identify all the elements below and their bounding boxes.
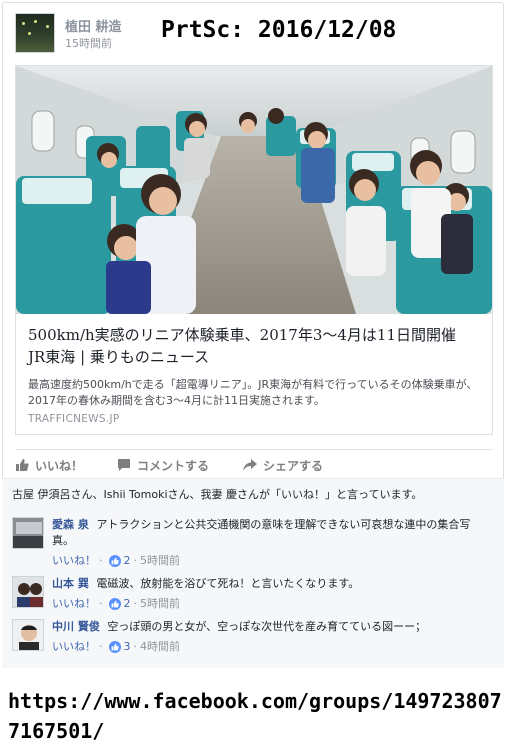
comment-meta: いいね！ · 3 · 4時間前 [52,639,492,655]
post-actions: いいね！ コメントする シェアする [15,449,493,479]
like-badge-icon [108,555,121,567]
comment-like-link[interactable]: いいね！ [52,596,96,612]
commenter-avatar[interactable] [12,517,44,549]
like-badge-icon [108,641,121,653]
commenter-name[interactable]: 中川 賢俊 [52,620,100,633]
share-label: シェアする [263,458,324,473]
like-label: いいね！ [35,458,84,473]
separator-dot: · [99,554,103,567]
likers-summary[interactable]: 古屋 伊須呂さん、Ishii Tomokiさん、我妻 慶さんが「いいね！」と言っ… [12,486,492,502]
post-timestamp[interactable]: 15時間前 [65,35,112,51]
link-preview[interactable]: 500km/h実感のリニア体験乗車、2017年3〜4月は11日間開催 JR東海 … [15,65,493,435]
share-button[interactable]: シェアする [243,456,323,474]
screenshot-stamp: PrtSc: 2016/12/08 [161,17,397,43]
source-url: https://www.facebook.com/groups/14972380… [8,689,502,743]
comment-time[interactable]: 4時間前 [140,639,180,655]
comment-time[interactable]: 5時間前 [140,596,180,612]
comment-label: コメントする [137,458,210,473]
comment-like-count[interactable]: 2 [124,596,131,612]
comment-text: アトラクションと公共交通機関の意味を理解できない可哀想な連中の集合写真。 [52,518,471,547]
like-button[interactable]: いいね！ [15,456,83,474]
separator-dot: · [99,640,103,653]
like-badge-icon [108,598,121,610]
separator-dot: · [133,597,138,610]
separator-dot: · [133,640,138,653]
commenter-name[interactable]: 山本 巽 [52,577,89,590]
link-title[interactable]: 500km/h実感のリニア体験乗車、2017年3〜4月は11日間開催 JR東海 … [28,324,484,368]
comment-button[interactable]: コメントする [117,456,209,474]
comment-meta: いいね！ · 2 · 5時間前 [52,553,492,569]
comment-text: 空っぽ頭の男と女が、空っぽな次世代を産み育てている図ーー； [107,620,427,633]
comment-like-count[interactable]: 2 [124,553,131,569]
commenter-name[interactable]: 愛森 泉 [52,518,89,531]
comment-time[interactable]: 5時間前 [140,553,180,569]
comment-body: 愛森 泉 アトラクションと公共交通機関の意味を理解できない可哀想な連中の集合写真… [52,517,492,569]
separator-dot: · [99,597,103,610]
comment-bubble-icon [117,458,131,472]
commenter-avatar[interactable] [12,576,44,608]
comment-text: 電磁波、放射能を浴びて死ね！と言いたくなります。 [96,577,360,590]
comment-like-count[interactable]: 3 [124,639,131,655]
comment-body: 中川 賢俊 空っぽ頭の男と女が、空っぽな次世代を産み育てている図ーー； いいね！… [52,619,492,655]
separator-dot: · [133,554,138,567]
comment-like-link[interactable]: いいね！ [52,639,96,655]
post-header: 植田 耕造 15時間前 PrtSc: 2016/12/08 [15,13,495,59]
author-avatar[interactable] [15,13,55,53]
link-description[interactable]: 最高速度約500km/hで走る「超電導リニア」。JR東海が有料で行っているその体… [28,377,484,409]
commenter-avatar[interactable] [12,619,44,651]
author-name[interactable]: 植田 耕造 [65,16,122,35]
thumbs-up-icon [15,458,29,472]
link-domain: TRAFFICNEWS.JP [28,413,120,425]
comment-meta: いいね！ · 2 · 5時間前 [52,596,492,612]
train-interior-photo[interactable] [16,66,492,314]
comment-like-link[interactable]: いいね！ [52,553,96,569]
comment-body: 山本 巽 電磁波、放射能を浴びて死ね！と言いたくなります。 いいね！ · 2 ·… [52,576,492,612]
share-arrow-icon [243,458,257,472]
